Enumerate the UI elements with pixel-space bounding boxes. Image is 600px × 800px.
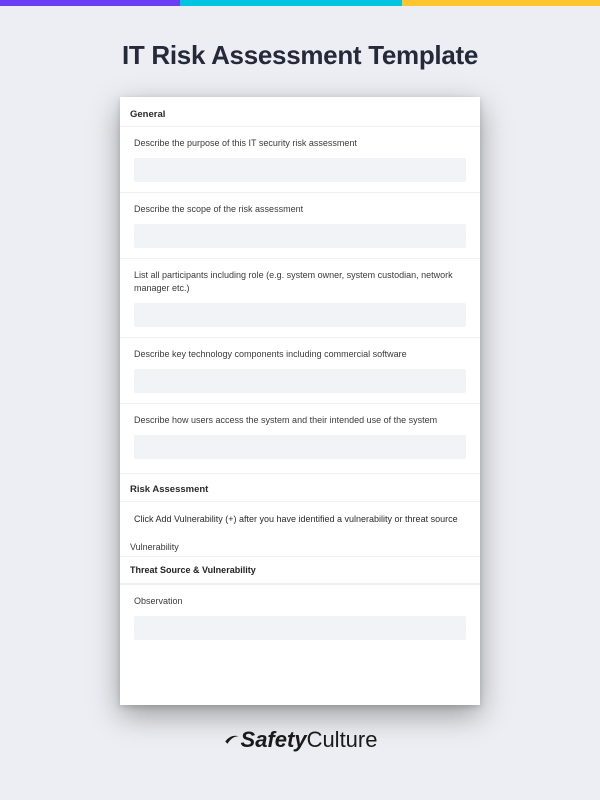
access-input[interactable] — [134, 435, 466, 459]
observation-input[interactable] — [134, 616, 466, 640]
accent-segment-purple — [0, 0, 180, 6]
brand-part2: Culture — [307, 727, 378, 752]
accent-segment-cyan — [180, 0, 402, 6]
field-scope: Describe the scope of the risk assessmen… — [120, 192, 480, 258]
form-card: General Describe the purpose of this IT … — [120, 97, 480, 705]
field-participants: List all participants including role (e.… — [120, 258, 480, 337]
section-heading-general: General — [120, 107, 480, 126]
field-technology: Describe key technology components inclu… — [120, 337, 480, 403]
brand-swoosh-icon — [223, 731, 241, 749]
field-label: Describe key technology components inclu… — [134, 348, 466, 361]
risk-hint: Click Add Vulnerability (+) after you ha… — [120, 501, 480, 536]
accent-segment-yellow — [402, 0, 600, 6]
brand-logo: SafetyCulture — [0, 727, 600, 753]
page-title: IT Risk Assessment Template — [0, 40, 600, 71]
subheading-threat-source: Threat Source & Vulnerability — [120, 556, 480, 584]
field-access: Describe how users access the system and… — [120, 403, 480, 469]
participants-input[interactable] — [134, 303, 466, 327]
field-purpose: Describe the purpose of this IT security… — [120, 126, 480, 192]
section-heading-risk: Risk Assessment — [120, 473, 480, 501]
field-label: Describe how users access the system and… — [134, 414, 466, 427]
accent-topbar — [0, 0, 600, 6]
field-label: Describe the scope of the risk assessmen… — [134, 203, 466, 216]
brand-part1: Safety — [241, 727, 307, 752]
scope-input[interactable] — [134, 224, 466, 248]
technology-input[interactable] — [134, 369, 466, 393]
field-label: Observation — [134, 595, 466, 608]
purpose-input[interactable] — [134, 158, 466, 182]
field-label: List all participants including role (e.… — [134, 269, 466, 295]
subheading-vulnerability: Vulnerability — [120, 536, 480, 556]
field-observation: Observation — [120, 584, 480, 650]
field-label: Describe the purpose of this IT security… — [134, 137, 466, 150]
